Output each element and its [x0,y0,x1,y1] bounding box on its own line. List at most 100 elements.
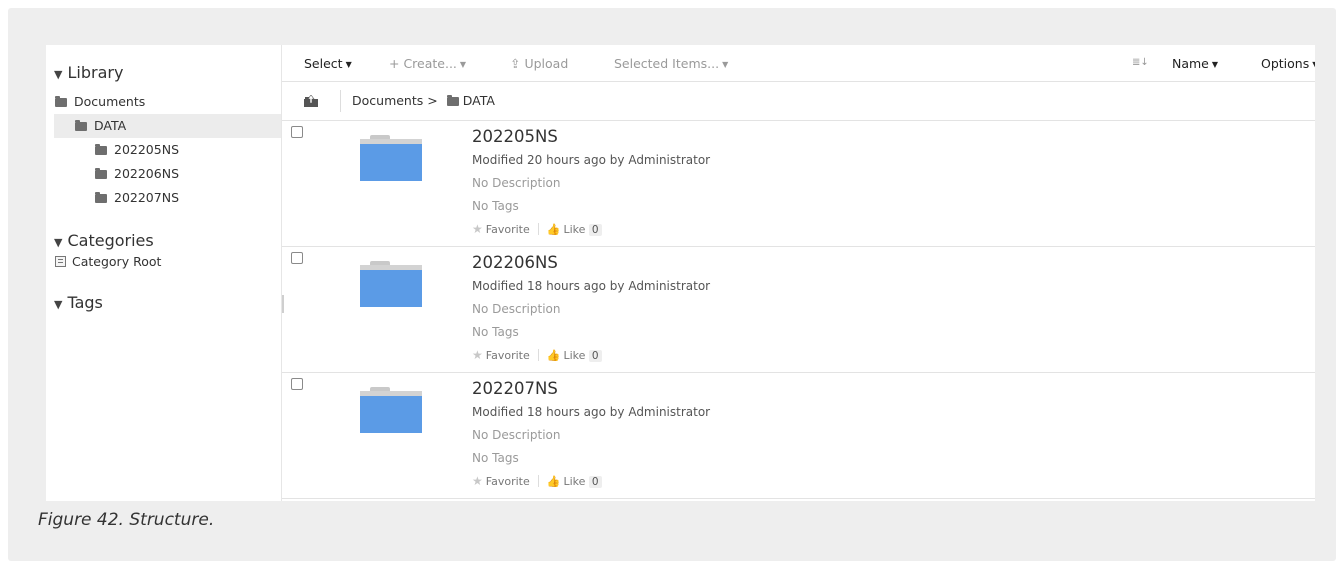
sort-name-menu-button[interactable]: Name ▼ [1172,56,1218,71]
tree-item-label: 202205NS [114,142,180,157]
library-section-toggle[interactable]: ▼ Library [54,63,123,82]
select-label: Select [304,56,343,71]
item-name-link[interactable]: 202205NS [472,127,558,146]
caret-down-icon: ▼ [1211,60,1219,69]
tree-item-data[interactable]: DATA [54,114,281,138]
item-tags: No Tags [472,199,519,213]
like-button[interactable]: 👍 Like [547,475,586,488]
like-button[interactable]: 👍 Like [547,349,586,362]
figure-caption: Figure 42. Structure. [38,510,215,530]
create-menu-button[interactable]: + Create... ▼ [389,56,466,71]
star-icon: ★ [472,474,483,488]
options-label: Options [1261,56,1310,71]
item-modified: Modified 20 hours ago by Administrator [472,153,711,167]
thumbs-up-icon: 👍 [546,349,561,362]
folder-icon [95,168,107,179]
like-button[interactable]: 👍 Like [547,223,586,236]
folder-icon [446,95,459,106]
item-modified: Modified 18 hours ago by Administrator [472,279,711,293]
list-item: 202205NS Modified 20 hours ago by Admini… [282,121,1315,247]
selected-items-label: Selected Items... [614,56,720,71]
caret-down-icon: ▼ [459,60,467,69]
folder-thumbnail-icon[interactable] [360,135,422,181]
categories-section-toggle[interactable]: ▼ Categories [54,231,154,250]
tree-item-category-root[interactable]: Category Root [55,250,161,274]
upload-button[interactable]: ⇪ Upload [510,56,568,71]
breadcrumb: Documents > DATA [282,82,1315,121]
like-count-badge: 0 [588,350,602,362]
tree-item-202206ns[interactable]: 202206NS [95,162,179,186]
divider [340,90,341,112]
breadcrumb-current: DATA [462,93,495,108]
figure-frame: ▼ Library Documents DATA 202205NS 202206N… [8,8,1336,561]
star-icon: ★ [472,348,483,362]
category-icon [55,256,66,267]
list-item: 202207NS Modified 18 hours ago by Admini… [282,373,1315,499]
expand-triangle-icon: ▼ [54,236,63,249]
toolbar: Select ▼ + Create... ▼ ⇪ Upload Selected I… [282,45,1315,82]
sort-direction-icon[interactable]: ≣↓ [1132,57,1149,69]
item-tags: No Tags [472,451,519,465]
list-item: 202206NS Modified 18 hours ago by Admini… [282,247,1315,373]
create-label: + Create... [389,56,457,71]
folder-thumbnail-icon[interactable] [360,387,422,433]
item-actions: ★ Favorite 👍 Like 0 [472,222,602,236]
thumbs-up-icon: 👍 [546,223,561,236]
upload-label: Upload [524,56,569,71]
item-name-link[interactable]: 202207NS [472,379,558,398]
caret-down-icon: ▼ [345,60,352,69]
tags-section-toggle[interactable]: ▼ Tags [54,293,103,312]
expand-triangle-icon: ▼ [54,68,63,81]
row-checkbox[interactable] [291,378,303,390]
thumbs-up-icon: 👍 [546,475,561,488]
tree-item-label: Category Root [72,254,162,269]
item-tags: No Tags [472,325,519,339]
favorite-label: Favorite [485,475,530,488]
item-description: No Description [472,176,561,190]
item-modified: Modified 18 hours ago by Administrator [472,405,711,419]
upload-icon: ⇪ [510,56,525,71]
like-count-badge: 0 [588,224,602,236]
star-icon: ★ [472,222,483,236]
library-title: Library [67,63,124,82]
favorite-button[interactable]: ★ Favorite [472,474,530,488]
favorite-label: Favorite [485,223,530,236]
item-description: No Description [472,428,561,442]
favorite-button[interactable]: ★ Favorite [472,348,530,362]
select-menu-button[interactable]: Select ▼ [304,56,352,71]
folder-icon [95,192,107,203]
breadcrumb-documents-link[interactable]: Documents > [352,93,438,108]
folder-up-icon[interactable] [304,95,318,107]
tree-item-202205ns[interactable]: 202205NS [95,138,179,162]
row-checkbox[interactable] [291,126,303,138]
selected-items-menu-button[interactable]: Selected Items... ▼ [614,56,728,71]
item-name-link[interactable]: 202206NS [472,253,558,272]
tree-item-label: 202207NS [114,190,180,205]
tree-item-202207ns[interactable]: 202207NS [95,186,179,210]
like-label: Like [563,475,586,488]
row-checkbox[interactable] [291,252,303,264]
tree-item-label: DATA [94,118,127,133]
item-description: No Description [472,302,561,316]
divider [537,223,539,235]
favorite-label: Favorite [485,349,530,362]
options-menu-button[interactable]: Options▼ [1261,56,1315,71]
like-label: Like [563,349,586,362]
favorite-button[interactable]: ★ Favorite [472,222,530,236]
caret-down-icon: ▼ [722,60,729,69]
sidebar: ▼ Library Documents DATA 202205NS 202206N… [46,45,281,501]
breadcrumb-path: Documents > DATA [352,93,495,108]
folder-thumbnail-icon[interactable] [360,261,422,307]
item-actions: ★ Favorite 👍 Like 0 [472,348,602,362]
folder-icon [55,96,67,107]
tags-title: Tags [67,293,103,312]
folder-icon [75,120,87,131]
sort-name-label: Name [1172,56,1209,71]
like-count-badge: 0 [588,476,602,488]
divider [537,475,539,487]
expand-triangle-icon: ▼ [54,298,63,311]
folder-icon [95,144,107,155]
item-actions: ★ Favorite 👍 Like 0 [472,474,602,488]
divider [537,349,539,361]
tree-item-documents[interactable]: Documents [55,90,145,114]
